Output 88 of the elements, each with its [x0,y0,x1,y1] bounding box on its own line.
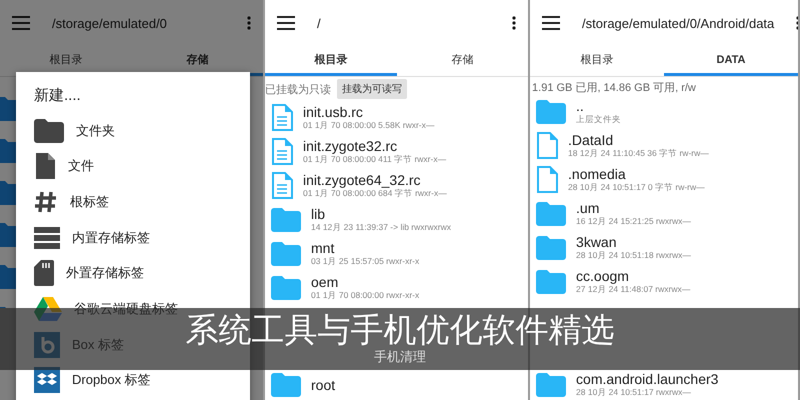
text-file-icon [271,138,294,166]
file-row[interactable]: cc.oogm 27 12月 24 11:48:07 rwxrwx— [530,265,798,299]
file-name: com.android.launcher3 [576,371,718,387]
menu-item-label: 根标签 [70,193,109,212]
file-details: 27 12月 24 11:48:07 rwxrwx— [576,284,690,296]
folder-icon [271,373,302,397]
file-details: 03 1月 25 15:57:05 rwxr-xr-x [311,256,420,268]
file-row[interactable]: com.android.launcher3 28 10月 24 10:51:17 rwxrwx— [530,370,798,400]
file-icon [536,166,558,194]
file-name: mnt [311,240,336,256]
menu-item[interactable]: 文件 [34,148,94,184]
folder-icon [271,208,302,232]
menu-item[interactable]: 文件夹 [34,113,115,149]
tab[interactable]: 根目录 [265,46,397,76]
menu-icon[interactable] [542,16,560,30]
storage-icon [34,226,60,249]
file-row[interactable]: mnt 03 1月 25 15:57:05 rwxr-xr-x [265,237,528,271]
menu-item-label: 文件夹 [76,122,115,140]
menu-item[interactable]: 根标签 [34,184,109,220]
folder-icon [34,118,64,143]
file-name: root [311,377,336,393]
path-title: / [317,16,322,30]
file-row[interactable]: lib 14 12月 23 11:39:37 -> lib rwxrwxrwx [265,203,528,237]
file-icon [34,152,56,180]
menu-item-label: 外置存储标签 [66,264,144,282]
file-details: 28 10月 24 10:51:17 0 字节 rw-rw— [568,182,705,194]
mount-status: 已挂载为只读 [265,82,332,96]
file-details: 01 1月 70 08:00:00 5.58K rwxr-x— [303,120,434,132]
file-details: 01 1月 70 08:00:00 411 字节 rwxr-x— [303,154,446,166]
file-row[interactable]: init.zygote32.rc 01 1月 70 08:00:00 411 字节 rwxr-x— [265,135,528,169]
file-row[interactable]: 3kwan 28 10月 24 10:51:18 rwxrwx— [530,231,798,265]
tab[interactable]: 根目录 [530,46,664,76]
file-details: 01 1月 70 08:00:00 684 字节 rwxr-x— [303,188,447,200]
file-details: 18 12月 24 11:10:45 36 字节 rw-rw— [568,148,709,160]
menu-item-label: Dropbox 标签 [72,371,151,390]
file-icon [536,132,558,160]
mount-button[interactable]: 挂载为可读写 [337,79,408,99]
more-options-icon[interactable] [512,16,516,30]
banner-subtitle: 手机清理 [374,348,426,366]
file-details: 14 12月 23 11:39:37 -> lib rwxrwxrwx [311,222,451,234]
file-details: 上层文件夹 [576,114,622,126]
banner-title: 系统工具与手机优化软件精选 [186,312,614,348]
file-row[interactable]: .um 16 12月 24 15:21:25 rwxrwx— [530,197,798,231]
file-row[interactable]: .DataId 18 12月 24 11:10:45 36 字节 rw-rw— [530,129,798,163]
hash-icon [34,190,58,214]
file-details: 16 12月 24 15:21:25 rwxrwx— [576,216,691,228]
file-details: 01 1月 70 08:00:00 rwxr-xr-x [311,290,420,302]
tab[interactable]: 存储 [396,46,528,76]
text-file-icon [271,172,294,200]
menu-item[interactable]: 内置存储标签 [34,220,150,256]
path-title: /storage/emulated/0 [52,16,168,30]
menu-item-label: Box 标签 [72,336,124,354]
file-row[interactable]: init.zygote64_32.rc 01 1月 70 08:00:00 684 字节 rwxr-x— [265,169,528,203]
file-name: .DataId [568,132,614,148]
dialog-title: 新建.... [34,86,82,105]
folder-icon [536,202,566,226]
folder-icon [536,373,566,397]
menu-icon[interactable] [277,16,296,30]
sd-card-icon [34,260,54,286]
file-row[interactable]: oem 01 1月 70 08:00:00 rwxr-xr-x [265,271,528,305]
folder-icon [536,100,566,124]
file-name: .nomedia [568,166,627,182]
menu-item[interactable]: 外置存储标签 [34,256,144,292]
file-row[interactable]: .. 上层文件夹 [530,95,798,129]
folder-icon [536,270,566,294]
file-details: 28 10月 24 10:51:17 rwxrwx— [576,387,692,399]
file-name: init.zygote64_32.rc [303,172,422,188]
tab[interactable]: DATA [664,46,798,76]
file-name: lib [311,206,326,222]
path-title: /storage/emulated/0/Android/data [582,16,774,30]
folder-icon [536,236,566,260]
file-row[interactable]: init.usb.rc 01 1月 70 08:00:00 5.58K rwxr-x— [265,101,528,135]
storage-info: 1.91 GB 已用, 14.86 GB 可用, r/w [531,81,697,95]
file-name: .um [576,200,600,216]
file-name: oem [311,274,340,290]
folder-icon [271,242,302,266]
folder-icon [271,276,302,300]
file-name: .. [576,98,585,114]
file-name: cc.oogm [576,268,630,284]
file-row[interactable]: .nomedia 28 10月 24 10:51:17 0 字节 rw-rw— [530,163,798,197]
file-name: init.usb.rc [303,104,364,120]
file-row[interactable]: root [265,370,528,400]
file-name: 3kwan [576,234,618,250]
menu-item-label: 内置存储标签 [72,228,150,247]
file-details: 28 10月 24 10:51:18 rwxrwx— [576,250,691,262]
menu-item-label: 文件 [68,157,94,176]
file-name: init.zygote32.rc [303,138,398,154]
text-file-icon [271,104,294,132]
